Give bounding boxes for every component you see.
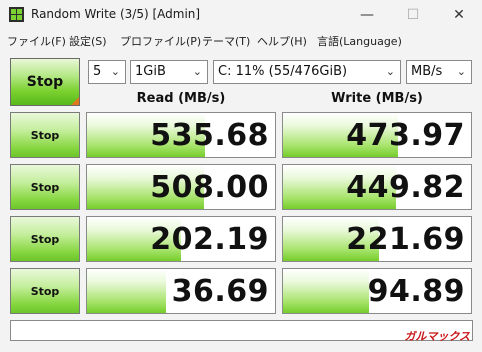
close-button[interactable]: ✕ bbox=[436, 0, 482, 30]
unit-select[interactable]: MB/s ⌄ bbox=[406, 60, 472, 84]
corner-marker-icon bbox=[71, 97, 79, 105]
chevron-down-icon: ⌄ bbox=[110, 65, 120, 78]
stop-button-row-1[interactable]: Stop bbox=[10, 112, 80, 158]
menu-help[interactable]: ヘルプ(H) bbox=[257, 33, 307, 49]
read-result-2: 508.00 bbox=[86, 164, 276, 210]
app-icon bbox=[9, 7, 24, 22]
read-value-1: 535.68 bbox=[150, 118, 269, 153]
maximize-button[interactable]: ☐ bbox=[390, 0, 436, 30]
read-result-1: 535.68 bbox=[86, 112, 276, 158]
chevron-down-icon: ⌄ bbox=[192, 65, 202, 78]
write-value-3: 221.69 bbox=[346, 222, 465, 257]
read-value-4: 36.69 bbox=[171, 274, 269, 309]
write-result-2: 449.82 bbox=[282, 164, 472, 210]
write-value-1: 473.97 bbox=[346, 118, 465, 153]
stop-button-row-4[interactable]: Stop bbox=[10, 268, 80, 314]
test-count-select[interactable]: 5 ⌄ bbox=[88, 60, 126, 84]
read-value-2: 508.00 bbox=[150, 170, 269, 205]
read-result-3: 202.19 bbox=[86, 216, 276, 262]
menu-bar: ファイル(F) 設定(S) プロファイル(P) テーマ(T) ヘルプ(H) 言語… bbox=[0, 30, 482, 52]
write-result-3: 221.69 bbox=[282, 216, 472, 262]
chevron-down-icon: ⌄ bbox=[385, 65, 395, 78]
menu-theme[interactable]: テーマ(T) bbox=[202, 33, 250, 49]
title-bar: Random Write (3/5) [Admin] — ☐ ✕ bbox=[0, 0, 482, 30]
stop-all-button[interactable]: Stop bbox=[10, 58, 80, 106]
menu-language[interactable]: 言語(Language) bbox=[317, 33, 402, 49]
drive-select[interactable]: C: 11% (55/476GiB) ⌄ bbox=[213, 60, 401, 84]
stop-button-row-3[interactable]: Stop bbox=[10, 216, 80, 262]
drive-value: C: 11% (55/476GiB) bbox=[218, 64, 348, 79]
write-bar-4 bbox=[283, 269, 370, 313]
test-size-value: 1GiB bbox=[135, 64, 166, 79]
menu-settings[interactable]: 設定(S) bbox=[69, 33, 107, 49]
test-size-select[interactable]: 1GiB ⌄ bbox=[130, 60, 208, 84]
write-value-4: 94.89 bbox=[367, 274, 465, 309]
window-title: Random Write (3/5) [Admin] bbox=[31, 7, 201, 21]
read-bar-4 bbox=[87, 269, 166, 313]
read-value-3: 202.19 bbox=[150, 222, 269, 257]
minimize-button[interactable]: — bbox=[344, 0, 390, 30]
stop-all-label: Stop bbox=[26, 74, 64, 90]
write-result-1: 473.97 bbox=[282, 112, 472, 158]
stop-button-row-2[interactable]: Stop bbox=[10, 164, 80, 210]
chevron-down-icon: ⌄ bbox=[456, 65, 466, 78]
test-count-value: 5 bbox=[93, 64, 102, 79]
read-header: Read (MB/s) bbox=[136, 91, 226, 106]
write-value-2: 449.82 bbox=[346, 170, 465, 205]
menu-profile[interactable]: プロファイル(P) bbox=[120, 33, 201, 49]
read-result-4: 36.69 bbox=[86, 268, 276, 314]
write-result-4: 94.89 bbox=[282, 268, 472, 314]
menu-file[interactable]: ファイル(F) bbox=[7, 33, 66, 49]
watermark-logo: ガルマックス bbox=[404, 330, 470, 343]
unit-value: MB/s bbox=[411, 64, 443, 79]
write-header: Write (MB/s) bbox=[331, 91, 423, 106]
